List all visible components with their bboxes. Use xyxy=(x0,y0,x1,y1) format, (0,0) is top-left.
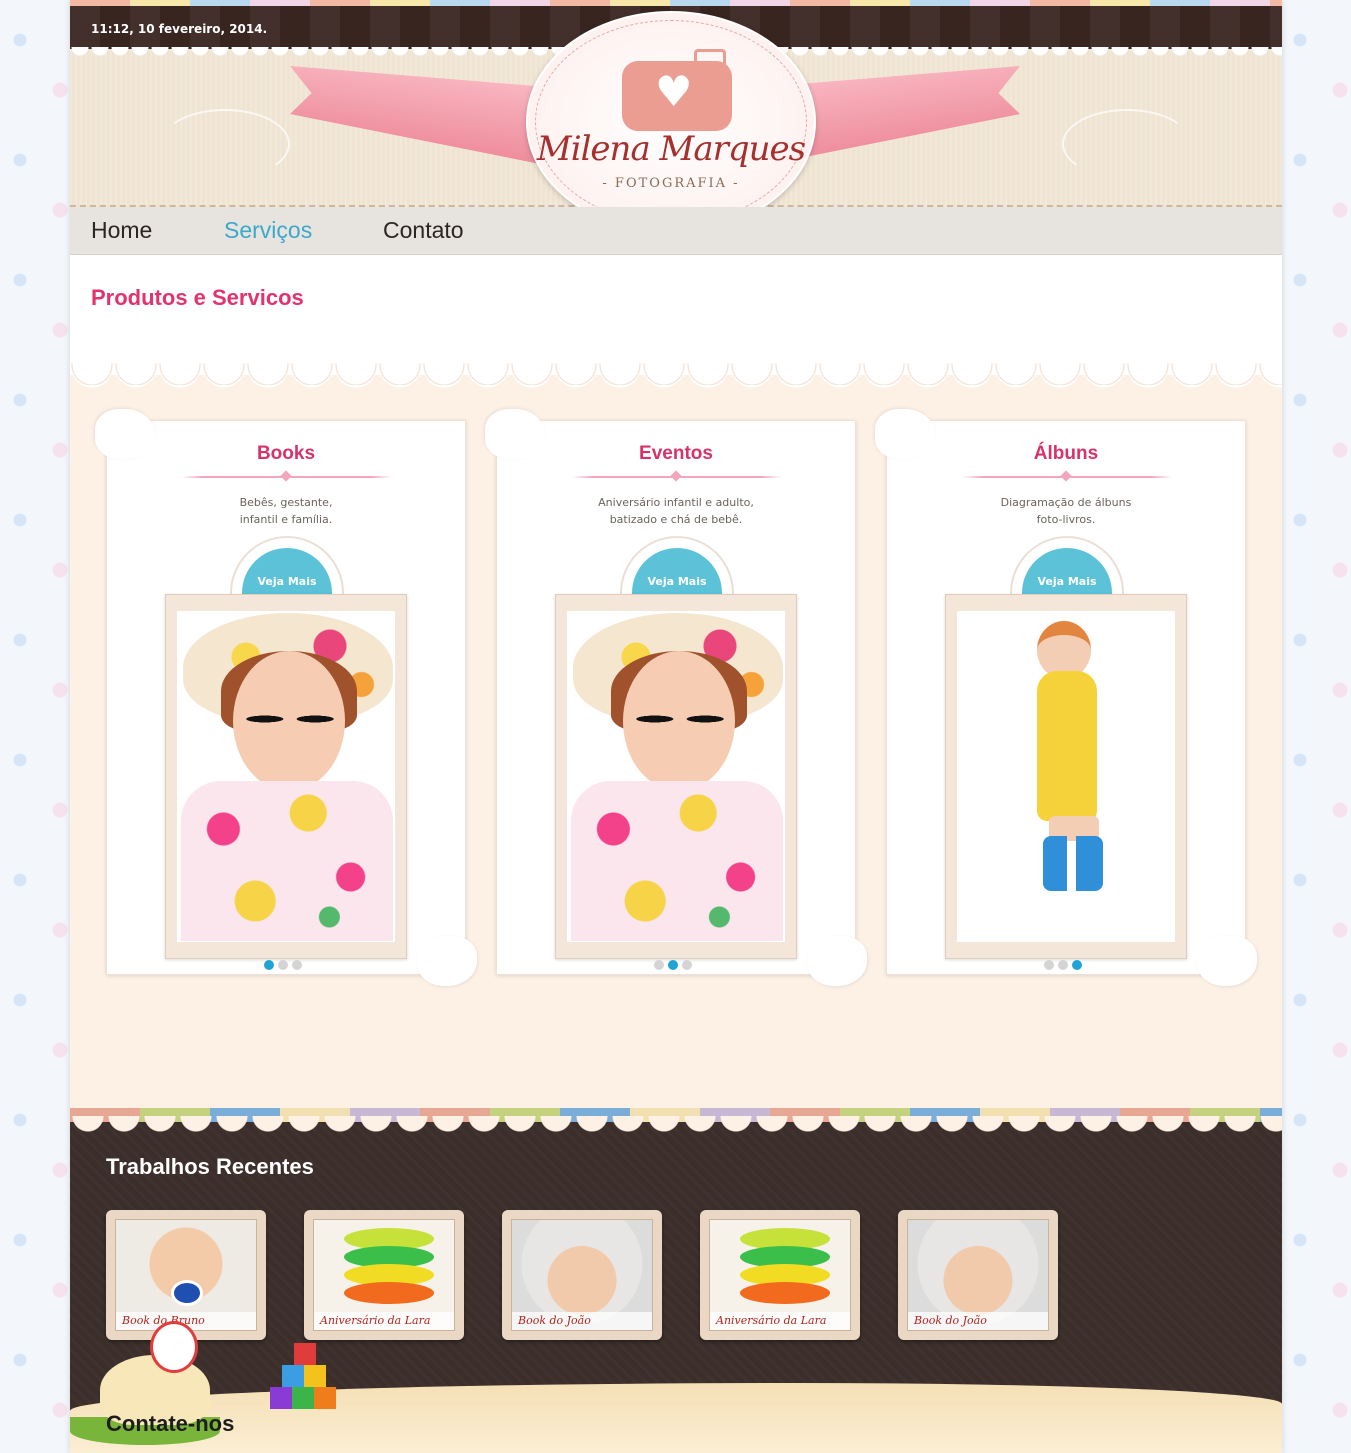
page: 11:12, 10 fevereiro, 2014. ♥ Milena Marq… xyxy=(70,0,1282,1453)
contact-link[interactable]: Contate-nos xyxy=(106,1411,234,1437)
carousel-dot[interactable] xyxy=(292,960,302,970)
carousel-dot[interactable] xyxy=(682,960,692,970)
service-card-books: Books Bebês, gestante, infantil e famíli… xyxy=(95,409,477,986)
divider-ornament xyxy=(962,476,1172,478)
recent-work-item[interactable]: Book do João xyxy=(898,1210,1058,1340)
carousel-dots xyxy=(264,955,314,970)
carousel-dot[interactable] xyxy=(1044,960,1054,970)
service-card-albuns: Álbuns Diagramação de álbuns foto-livros… xyxy=(875,409,1257,986)
nav-servicos[interactable]: Serviços xyxy=(224,217,312,244)
carousel-dot[interactable] xyxy=(278,960,288,970)
girl-yellow-dress-photo[interactable] xyxy=(957,611,1175,942)
recent-work-item[interactable]: Book do João xyxy=(502,1210,662,1340)
carousel-dot[interactable] xyxy=(654,960,664,970)
recent-work-item[interactable]: Book do Bruno xyxy=(106,1210,266,1340)
card-title: Books xyxy=(256,443,316,464)
baby-towel-photo: Book do João xyxy=(907,1219,1049,1331)
swirl-decoration xyxy=(1062,109,1192,179)
main-nav: Home Serviços Contato xyxy=(70,207,1282,255)
ribbon-left xyxy=(290,50,560,168)
recent-works-section: Trabalhos Recentes Book do Bruno Anivers… xyxy=(70,1116,1282,1453)
footer-ground xyxy=(70,1383,1282,1453)
carousel-dot[interactable] xyxy=(1058,960,1068,970)
camera-heart-icon: ♥ xyxy=(622,49,732,131)
recent-works-title: Trabalhos Recentes xyxy=(106,1154,314,1179)
card-description: Diagramação de álbuns foto-livros. xyxy=(1000,496,1132,526)
carousel-dots xyxy=(654,955,704,970)
nav-contato[interactable]: Contato xyxy=(383,217,464,244)
carousel-dot[interactable] xyxy=(668,960,678,970)
veja-mais-button[interactable]: Veja Mais xyxy=(242,548,332,598)
toy-blocks-icon xyxy=(260,1343,350,1423)
card-description: Aniversário infantil e adulto, batizado … xyxy=(598,496,754,526)
baby-towel-photo: Book do João xyxy=(511,1219,653,1331)
baby-pacifier-photo: Book do Bruno xyxy=(115,1219,257,1331)
girl-sunglasses-photo[interactable] xyxy=(567,611,785,942)
recent-work-item[interactable]: Aniversário da Lara xyxy=(304,1210,464,1340)
stacking-rings-photo: Aniversário da Lara xyxy=(313,1219,455,1331)
datetime: 11:12, 10 fevereiro, 2014. xyxy=(91,22,268,36)
veja-mais-button[interactable]: Veja Mais xyxy=(1022,548,1112,598)
header-banner: ♥ Milena Marques - FOTOGRAFIA - xyxy=(70,11,1282,233)
thumb-caption: Aniversário da Lara xyxy=(314,1312,454,1330)
thumb-caption: Book do João xyxy=(512,1312,652,1330)
service-card-eventos: Eventos Aniversário infantil e adulto, b… xyxy=(485,409,867,986)
carousel-dots xyxy=(1044,955,1094,970)
recent-work-item[interactable]: Aniversário da Lara xyxy=(700,1210,860,1340)
stacking-rings-photo: Aniversário da Lara xyxy=(709,1219,851,1331)
page-heading-section: Produtos e Servicos xyxy=(70,255,1282,389)
carousel-dot[interactable] xyxy=(1072,960,1082,970)
photo-frame xyxy=(165,594,407,959)
photo-frame xyxy=(555,594,797,959)
card-description: Bebês, gestante, infantil e família. xyxy=(239,496,333,526)
veja-mais-button[interactable]: Veja Mais xyxy=(632,548,722,598)
swirl-decoration xyxy=(160,109,290,179)
logo-name: Milena Marques xyxy=(536,129,806,169)
photo-frame xyxy=(945,594,1187,959)
card-title: Eventos xyxy=(639,443,713,464)
girl-sunglasses-photo[interactable] xyxy=(177,611,395,942)
carousel-dot[interactable] xyxy=(264,960,274,970)
page-title: Produtos e Servicos xyxy=(91,285,304,310)
thumb-caption: Book do João xyxy=(908,1312,1048,1330)
services-section: Books Bebês, gestante, infantil e famíli… xyxy=(70,375,1282,1105)
divider-ornament xyxy=(182,476,392,478)
divider-ornament xyxy=(572,476,782,478)
site-logo[interactable]: ♥ Milena Marques - FOTOGRAFIA - xyxy=(526,11,816,233)
thumb-caption: Aniversário da Lara xyxy=(710,1312,850,1330)
nav-home[interactable]: Home xyxy=(91,217,152,244)
card-title: Álbuns xyxy=(1033,443,1099,464)
logo-subtitle: - FOTOGRAFIA - xyxy=(602,176,740,191)
